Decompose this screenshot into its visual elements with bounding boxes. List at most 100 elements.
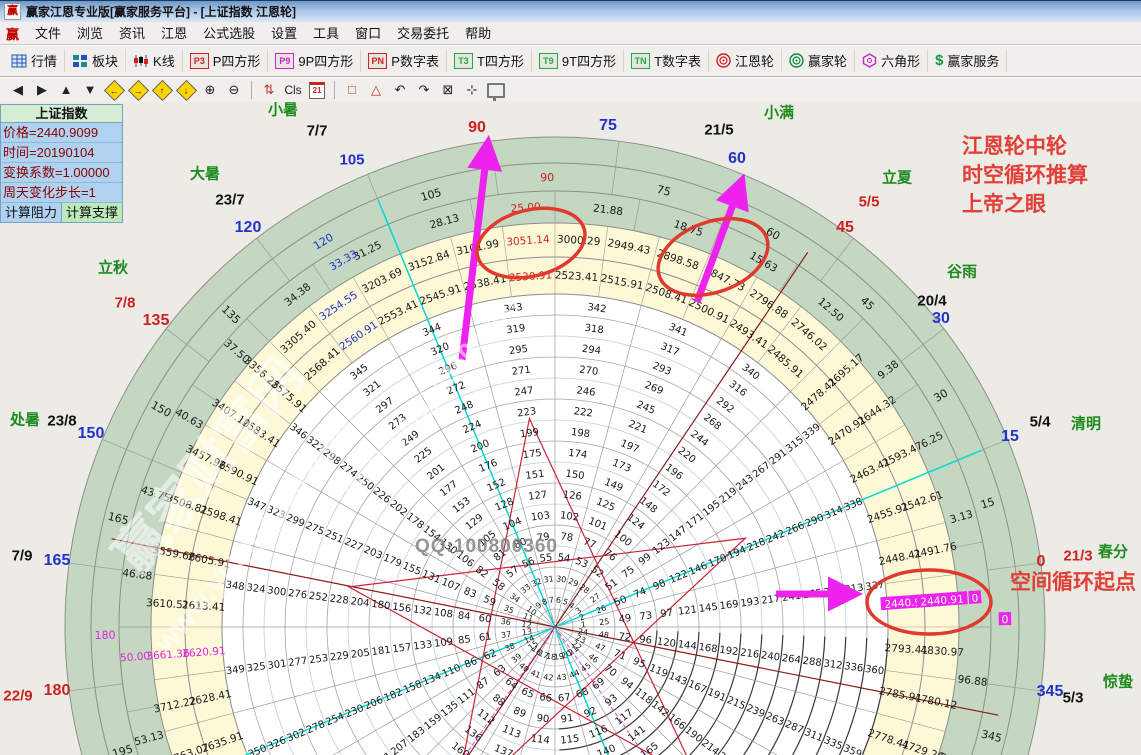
screen-button[interactable] [485,80,507,100]
delete-box-button[interactable]: ⊠ [437,80,459,100]
menu-item-7[interactable]: 窗口 [347,24,389,43]
pan-down-button[interactable]: ↓ [175,80,197,100]
toolbar-button-p-table[interactable]: PNP数字表 [361,49,447,72]
toolbar-label-p-square: P四方形 [213,51,261,70]
toolbar-label-bankuai: 板块 [92,51,118,70]
pan-left-button-glyph: ← [103,79,124,100]
main-toolbar: 行情板块K线P3P四方形P99P四方形PNP数字表T3T四方形T99T四方形TN… [0,45,1141,77]
svg-text:72: 72 [618,631,632,644]
toolbar-label-t-square: T四方形 [477,51,524,70]
toolbar-label-gann-wheel: 江恩轮 [735,51,774,70]
toolbar-separator [251,81,252,99]
9t-square-icon: T9 [539,53,558,69]
svg-text:24: 24 [577,627,588,637]
toolbar-button-winner-wheel[interactable]: 赢家轮 [782,49,855,72]
bankuai-icon [72,54,88,68]
menu-item-5[interactable]: 设置 [263,24,305,43]
menu-item-9[interactable]: 帮助 [457,24,499,43]
winner-wheel-icon [789,53,804,68]
cls-button[interactable]: Cls [282,80,304,100]
toolbar-button-hangqing[interactable]: 行情 [4,49,65,72]
rect-tool-button[interactable]: □ [341,80,363,100]
toolbar-label-winner-wheel: 赢家轮 [808,51,847,70]
toolbar-label-winner-service: 赢家服务 [947,51,999,70]
zoom-in-button[interactable]: ⊕ [199,80,221,100]
menu-item-1[interactable]: 浏览 [69,24,111,43]
toolbar-button-kline[interactable]: K线 [126,49,183,72]
zoom-out-button-glyph: ⊖ [229,83,240,97]
app-logo-icon: 赢 [4,3,21,20]
svg-text:48: 48 [598,630,609,640]
svg-text:50.00: 50.00 [120,650,151,664]
pan-up-button[interactable]: ↑ [151,80,173,100]
drawing-toolbar: ◀ ▶▲▼←→↑↓ ⊕ ⊖ ⇅ Cls 21 □ △ ↶ ↷ ⊠ ⊹ [0,77,1141,104]
svg-text:0: 0 [971,592,979,604]
down-button[interactable]: ▼ [79,80,101,100]
svg-text:66: 66 [539,692,553,705]
index-info-panel: 上证指数 价格=2440.9099时间=20190104变换系数=1.00000… [0,104,123,223]
delete-box-button-glyph: ⊠ [443,83,454,97]
hangqing-icon [11,54,27,68]
toolbar-separator [334,81,335,99]
svg-text:91: 91 [560,713,574,726]
calendar-glyph: 21 [309,82,325,99]
menu-item-8[interactable]: 交易委托 [389,24,457,43]
gann-wheel-chart-area: 1234567891011121314151617181920212223242… [0,102,1141,755]
zoom-in-button-glyph: ⊕ [205,83,216,97]
kline-icon [133,54,149,68]
calc-resistance-button[interactable]: 计算阻力 [1,203,62,222]
prev-button-glyph: ◀ [13,83,23,97]
toolbar-button-9t-square[interactable]: T99T四方形 [532,49,624,72]
svg-text:25: 25 [599,617,610,627]
menu-item-4[interactable]: 公式选股 [195,24,263,43]
toolbar-button-winner-service[interactable]: $赢家服务 [928,49,1007,72]
prev-button[interactable]: ◀ [7,80,29,100]
toolbar-button-p-square[interactable]: P3P四方形 [183,49,269,72]
svg-text:49: 49 [618,613,632,626]
toolbar-label-9t-square: 9T四方形 [562,51,616,70]
svg-text:60: 60 [478,613,492,626]
toolbar-button-t-square[interactable]: T3T四方形 [447,49,532,72]
pan-left-button[interactable]: ← [103,80,125,100]
calendar-button[interactable]: 21 [306,80,328,100]
menu-item-6[interactable]: 工具 [305,24,347,43]
svg-text:84: 84 [457,610,471,623]
triangle-tool-button[interactable]: △ [365,80,387,100]
toolbar-button-gann-wheel[interactable]: 江恩轮 [709,49,782,72]
toolbar-button-bankuai[interactable]: 板块 [65,49,126,72]
updown-button[interactable]: ⇅ [258,80,280,100]
pan-right-button[interactable]: → [127,80,149,100]
svg-text:97: 97 [660,608,674,621]
rotate-ccw-button[interactable]: ↶ [389,80,411,100]
svg-text:90: 90 [536,713,550,726]
cls-button-glyph: Cls [284,83,301,97]
svg-text:36: 36 [500,617,511,627]
toolbar-button-hexagon[interactable]: 六角形 [855,49,928,72]
toolbar-label-hangqing: 行情 [31,51,57,70]
t-square-icon: T3 [454,53,473,69]
svg-text:55: 55 [539,552,553,565]
svg-text:85: 85 [457,634,471,647]
menu-item-3[interactable]: 江恩 [153,24,195,43]
svg-text:73: 73 [639,610,653,623]
center-button[interactable]: ⊹ [461,80,483,100]
rotate-cw-button[interactable]: ↷ [413,80,435,100]
zoom-out-button[interactable]: ⊖ [223,80,245,100]
svg-text:0: 0 [1001,613,1008,626]
svg-text:180: 180 [94,629,115,642]
menu-item-2[interactable]: 资讯 [111,24,153,43]
up-button[interactable]: ▲ [55,80,77,100]
toolbar-button-t-table[interactable]: TNT数字表 [624,49,709,72]
rect-tool-button-glyph: □ [348,83,356,97]
toolbar-button-9p-square[interactable]: P99P四方形 [268,49,361,72]
toolbar-label-p-table: P数字表 [391,51,439,70]
window-title: 赢家江恩专业版[赢家服务平台] - [上证指数 江恩轮] [26,3,296,20]
rotate-ccw-button-glyph: ↶ [395,83,406,97]
svg-text:96: 96 [638,634,652,647]
svg-text:61: 61 [478,631,492,644]
next-button[interactable]: ▶ [31,80,53,100]
calc-support-button[interactable]: 计算支撑 [62,203,122,222]
panel-row-2: 变换系数=1.00000 [1,163,122,183]
gann-wheel-svg: 1234567891011121314151617181920212223242… [0,102,1141,755]
menu-item-0[interactable]: 文件 [27,24,69,43]
